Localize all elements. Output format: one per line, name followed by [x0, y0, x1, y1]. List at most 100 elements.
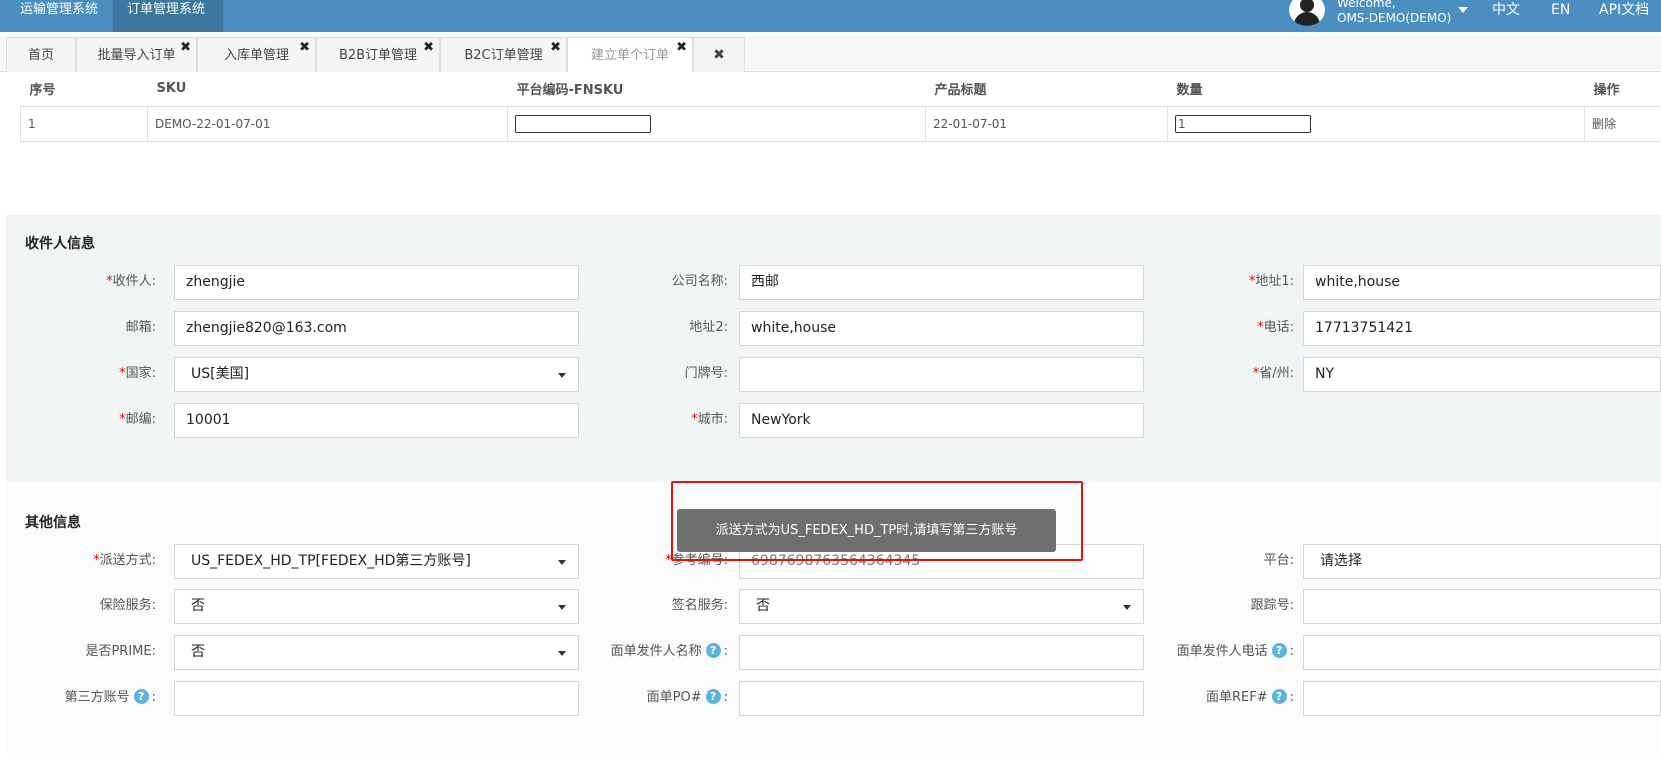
help-icon[interactable]: ? [705, 689, 721, 704]
city-label: *城市: [691, 412, 728, 427]
signature-select[interactable]: 否 [739, 589, 1144, 624]
delete-link[interactable]: 删除 [1584, 106, 1661, 142]
col-header-action: 操作 [1584, 72, 1661, 107]
tracking-label: 跟踪号: [1250, 598, 1294, 613]
cell-fnsku [507, 106, 926, 142]
country-label: *国家: [119, 366, 156, 381]
col-header-index: 序号 [20, 72, 148, 107]
tab-b2b[interactable]: B2B订单管理 ✖ [316, 37, 440, 72]
phone-input[interactable]: 17713751421 [1303, 311, 1661, 346]
insurance-label: 保险服务: [99, 598, 156, 613]
col-header-title: 产品标题 [925, 72, 1168, 107]
tab-label: 入库单管理 [223, 48, 289, 63]
user-name: OMS-DEMO(DEMO) [1337, 11, 1452, 25]
close-icon[interactable]: ✖ [180, 41, 191, 54]
company-label: 公司名称: [671, 274, 728, 289]
other-info-section-title: 其他信息 [25, 515, 81, 531]
recipient-section-title: 收件人信息 [25, 236, 95, 252]
close-icon[interactable]: ✖ [676, 41, 687, 54]
col-header-fnsku: 平台编码-FNSKU [507, 72, 926, 107]
state-label: *省/州: [1252, 366, 1294, 381]
shipping-method-select[interactable]: US_FEDEX_HD_TP[FEDEX_HD第三方账号] [174, 544, 579, 579]
address1-label: *地址1: [1248, 274, 1294, 289]
tab-b2c[interactable]: B2C订单管理 ✖ [440, 37, 567, 72]
welcome-text: Welcome, [1337, 0, 1396, 10]
insurance-select[interactable]: 否 [174, 589, 579, 624]
platform-label: 平台: [1263, 553, 1294, 568]
sender-phone-input[interactable] [1303, 635, 1661, 670]
tab-label: B2B订单管理 [338, 48, 418, 63]
address2-label: 地址2: [689, 320, 728, 335]
user-menu[interactable]: Welcome, OMS-DEMO(DEMO) [1337, 0, 1451, 26]
lang-zh-link[interactable]: 中文 [1492, 0, 1520, 20]
table-header-row: 序号 SKU 平台编码-FNSKU 产品标题 数量 操作 [20, 72, 1661, 107]
sender-name-input[interactable] [739, 635, 1144, 670]
zip-label: *邮编: [119, 412, 156, 427]
label-po-label: 面单PO#?: [646, 689, 728, 705]
close-icon[interactable]: ✖ [423, 41, 434, 54]
tab-create-order[interactable]: 建立单个订单 ✖ [567, 37, 693, 72]
label-ref-label: 面单REF#?: [1205, 689, 1294, 705]
close-icon[interactable]: ✖ [550, 41, 561, 54]
tab-home[interactable]: 首页 [6, 37, 76, 72]
help-icon[interactable]: ? [705, 643, 721, 658]
close-all-icon: ✖ [713, 47, 725, 63]
api-docs-link[interactable]: API文档 [1599, 0, 1649, 20]
fnsku-input[interactable] [515, 114, 651, 133]
page-tabs: 首页 批量导入订单 ✖ 入库单管理 ✖ B2B订单管理 ✖ B2C订单管理 ✖ 建立单个… [0, 36, 1661, 72]
system-tab-orders[interactable]: 订单管理系统 [113, 0, 223, 32]
tab-inbound[interactable]: 入库单管理 ✖ [197, 37, 316, 72]
highlight-box [671, 481, 1083, 561]
tab-batch-import[interactable]: 批量导入订单 ✖ [76, 37, 197, 72]
sender-phone-label: 面单发件人电话?: [1176, 643, 1294, 659]
cell-qty: 1 [1167, 106, 1585, 142]
help-icon[interactable]: ? [1271, 689, 1287, 704]
top-navbar: 运输管理系统 订单管理系统 Welcome, OMS-DEMO(DEMO) 中文… [0, 0, 1661, 32]
email-input[interactable]: zhengjie820@163.com [174, 311, 579, 346]
col-header-sku: SKU [147, 72, 508, 107]
address1-input[interactable]: white,house [1303, 265, 1661, 300]
third-party-account-label: 第三方账号?: [64, 689, 156, 705]
cell-title: 22-01-07-01 [925, 106, 1168, 142]
close-icon[interactable]: ✖ [299, 41, 310, 54]
recipient-section: 收件人信息 *收件人: zhengjie 公司名称: 西邮 *地址1: whit… [6, 215, 1661, 481]
cell-sku: DEMO-22-01-07-01 [147, 106, 508, 142]
tab-label: 批量导入订单 [97, 48, 176, 63]
close-all-tabs-button[interactable]: ✖ [693, 37, 745, 72]
table-row: 1 DEMO-22-01-07-01 22-01-07-01 1 删除 [20, 106, 1661, 142]
avatar[interactable] [1289, 0, 1325, 26]
state-input[interactable]: NY [1303, 357, 1661, 392]
quantity-input[interactable]: 1 [1175, 114, 1311, 133]
zip-input[interactable]: 10001 [174, 403, 579, 438]
company-input[interactable]: 西邮 [739, 265, 1144, 300]
sender-name-label: 面单发件人名称?: [610, 643, 728, 659]
help-icon[interactable]: ? [133, 689, 149, 704]
tracking-input[interactable] [1303, 589, 1661, 624]
col-header-qty: 数量 [1167, 72, 1585, 107]
prime-select[interactable]: 否 [174, 635, 579, 670]
country-select[interactable]: US[美国] [174, 357, 579, 392]
address2-input[interactable]: white,house [739, 311, 1144, 346]
recipient-name-input[interactable]: zhengjie [174, 265, 579, 300]
shipping-method-label: *派送方式: [93, 553, 156, 568]
items-table: 序号 SKU 平台编码-FNSKU 产品标题 数量 操作 1 DEMO-22-0… [20, 72, 1661, 142]
signature-label: 签名服务: [671, 598, 728, 613]
tab-label: 首页 [27, 48, 54, 63]
third-party-account-input[interactable] [174, 681, 579, 716]
lang-en-link[interactable]: EN [1551, 0, 1570, 20]
prime-label: 是否PRIME: [85, 644, 156, 659]
platform-select[interactable]: 请选择 [1303, 544, 1661, 579]
system-tab-transport[interactable]: 运输管理系统 [6, 0, 112, 32]
label-po-input[interactable] [739, 681, 1144, 716]
door-number-input[interactable] [739, 357, 1144, 392]
city-input[interactable]: NewYork [739, 403, 1144, 438]
tab-label: B2C订单管理 [464, 48, 543, 63]
label-ref-input[interactable] [1303, 681, 1661, 716]
recipient-name-label: *收件人: [106, 274, 156, 289]
help-icon[interactable]: ? [1271, 643, 1287, 658]
caret-down-icon[interactable] [1458, 7, 1468, 13]
cell-index: 1 [20, 106, 148, 142]
phone-label: *电话: [1257, 320, 1294, 335]
tab-label: 建立单个订单 [590, 48, 669, 63]
email-label: 邮箱: [125, 320, 156, 335]
